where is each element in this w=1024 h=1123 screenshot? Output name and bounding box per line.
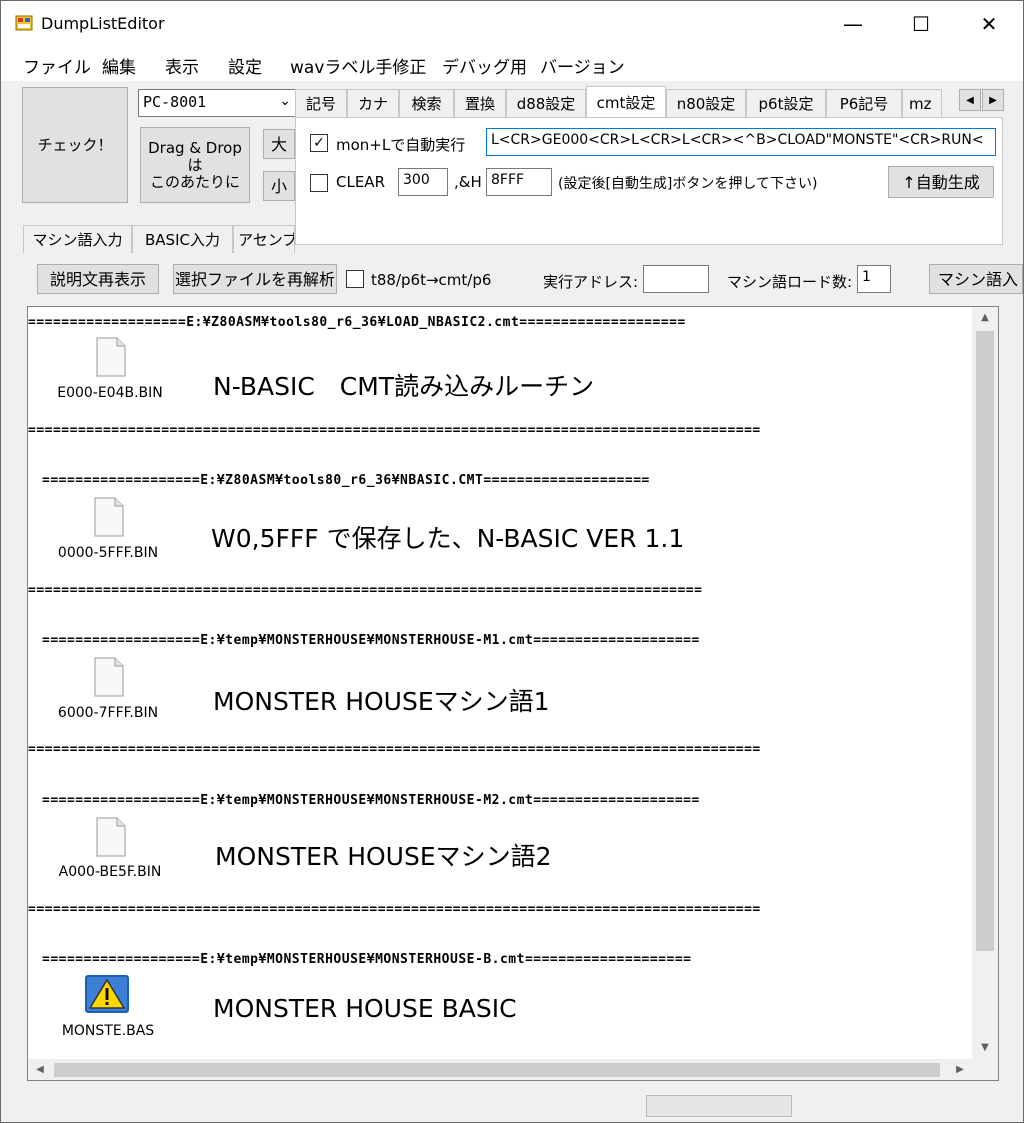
entry-footer: ========================================…: [28, 902, 761, 917]
autogen-note: (設定後[自動生成]ボタンを押して下さい): [558, 176, 818, 192]
file-icon: [96, 337, 126, 377]
file-label[interactable]: E000-E04B.BIN: [50, 385, 170, 401]
font-large-button[interactable]: 大: [263, 129, 295, 159]
load-count-input[interactable]: 1: [857, 265, 891, 293]
menu-file[interactable]: ファイル: [23, 53, 91, 78]
file-icon: [94, 497, 124, 537]
tab-p6-symbols[interactable]: P6記号: [826, 89, 902, 117]
file-icon: [96, 817, 126, 857]
file-label[interactable]: 0000-5FFF.BIN: [48, 545, 168, 561]
chevron-down-icon: ⌄: [279, 93, 291, 109]
tab-basic-input[interactable]: BASIC入力: [132, 225, 233, 253]
file-icon: [94, 657, 124, 697]
auto-run-command-input[interactable]: L<CR>GE000<CR>L<CR>L<CR><^B>CLOAD"MONSTE…: [486, 128, 996, 156]
scroll-right-button[interactable]: ▶: [948, 1059, 972, 1080]
status-bar: [1, 1089, 1023, 1122]
tab-d88[interactable]: d88設定: [506, 89, 586, 117]
entry-header: ===================E:¥temp¥MONSTERHOUSE¥…: [42, 793, 700, 808]
tab-cmt[interactable]: cmt設定: [586, 86, 666, 117]
scroll-up-button[interactable]: ▲: [972, 307, 998, 329]
app-window: DumpListEditor — ☐ ✕ ファイル 編集 表示 設定 wavラベ…: [0, 0, 1024, 1123]
tab-scroll-left-button[interactable]: ◀: [959, 89, 981, 111]
entry-header: ===================E:¥Z80ASM¥tools80_r6_…: [28, 315, 686, 330]
entry-title: MONSTER HOUSEマシン語2: [215, 842, 552, 871]
machine-select[interactable]: PC-8001 ⌄: [138, 89, 296, 117]
tab-symbols[interactable]: 記号: [295, 89, 347, 117]
dump-list-view[interactable]: ===================E:¥Z80ASM¥tools80_r6_…: [27, 306, 999, 1081]
window-title: DumpListEditor: [41, 14, 165, 33]
load-count-label: マシン語ロード数:: [727, 273, 853, 291]
drag-drop-line3: このあたりに: [149, 172, 240, 191]
maximize-button[interactable]: ☐: [887, 1, 955, 47]
tab-n80[interactable]: n80設定: [666, 89, 746, 117]
file-label[interactable]: 6000-7FFF.BIN: [48, 705, 168, 721]
horizontal-scrollbar[interactable]: ◀ ▶: [28, 1059, 998, 1080]
horizontal-scroll-thumb[interactable]: [54, 1063, 940, 1077]
cmt-settings-panel: ✓ mon+Lで自動実行 L<CR>GE000<CR>L<CR>L<CR><^B…: [295, 117, 1003, 245]
drag-drop-area[interactable]: Drag & Drop は このあたりに: [140, 127, 250, 203]
entry-header: ===================E:¥temp¥MONSTERHOUSE¥…: [42, 633, 700, 648]
menu-settings[interactable]: 設定: [228, 53, 262, 78]
hex-prefix-label: ,&H: [454, 173, 482, 191]
menu-debug[interactable]: デバッグ用: [442, 53, 527, 78]
close-button[interactable]: ✕: [955, 1, 1023, 47]
entry-footer: ========================================…: [28, 742, 761, 757]
drag-drop-line2: は: [187, 155, 203, 174]
tab-p6t[interactable]: p6t設定: [746, 89, 826, 117]
convert-label: t88/p6t→cmt/p6: [371, 271, 492, 289]
check-button[interactable]: チェック！: [22, 87, 128, 203]
tab-scroll-right-button[interactable]: ▶: [982, 89, 1004, 111]
status-progress-bar: [646, 1095, 792, 1117]
input-mode-tabs: マシン語入力 BASIC入力 アセンブ: [23, 225, 295, 253]
auto-run-label: mon+Lで自動実行: [336, 136, 466, 154]
font-small-button[interactable]: 小: [263, 171, 295, 201]
entry-title: N-BASIC CMT読み込みルーチン: [213, 372, 595, 401]
entry-title: W0,5FFF で保存した、N-BASIC VER 1.1: [211, 524, 685, 553]
clear-checkbox[interactable]: [310, 174, 328, 192]
entry-footer: ========================================…: [28, 583, 703, 598]
entry-footer: ========================================…: [28, 423, 761, 438]
warning-icon: [85, 975, 129, 1013]
menu-bar: ファイル 編集 表示 設定 wavラベル手修正 デバッグ用 バージョン: [1, 47, 1023, 81]
scroll-left-button[interactable]: ◀: [28, 1059, 52, 1080]
machine-input-button[interactable]: マシン語入: [929, 264, 1023, 294]
drag-drop-line1: Drag & Drop: [148, 138, 242, 157]
menu-view[interactable]: 表示: [165, 53, 199, 78]
auto-run-checkbox[interactable]: ✓: [310, 134, 328, 152]
entry-header: ===================E:¥Z80ASM¥tools80_r6_…: [42, 473, 650, 488]
tab-machine-input[interactable]: マシン語入力: [23, 225, 132, 253]
reparse-button[interactable]: 選択ファイルを再解析: [173, 264, 337, 294]
machine-select-value: PC-8001: [143, 93, 207, 111]
exec-address-label: 実行アドレス:: [543, 273, 639, 291]
app-icon: [15, 15, 33, 31]
menu-version[interactable]: バージョン: [540, 53, 625, 78]
tab-search[interactable]: 検索: [399, 89, 454, 117]
minimize-button[interactable]: —: [819, 1, 887, 47]
hex-value-input[interactable]: 8FFF: [486, 168, 552, 196]
menu-edit[interactable]: 編集: [102, 53, 136, 78]
convert-checkbox[interactable]: [346, 270, 364, 288]
vertical-scroll-thumb[interactable]: [976, 331, 994, 951]
clear-value-input[interactable]: 300: [398, 168, 448, 196]
autogen-button[interactable]: ↑自動生成: [888, 166, 994, 198]
file-label[interactable]: MONSTE.BAS: [48, 1023, 168, 1039]
clear-label: CLEAR: [336, 173, 385, 191]
vertical-scrollbar[interactable]: ▲ ▼: [972, 307, 998, 1059]
entry-title: MONSTER HOUSE BASIC: [213, 994, 517, 1023]
tab-kana[interactable]: カナ: [347, 89, 399, 117]
tab-replace[interactable]: 置換: [454, 89, 506, 117]
title-bar: DumpListEditor — ☐ ✕: [1, 1, 1023, 47]
entry-title: MONSTER HOUSEマシン語1: [213, 687, 550, 716]
settings-tabs: 記号 カナ 検索 置換 d88設定 cmt設定 n80設定 p6t設定 P6記号…: [295, 86, 1004, 117]
scroll-down-button[interactable]: ▼: [972, 1037, 998, 1059]
redisplay-button[interactable]: 説明文再表示: [37, 264, 159, 294]
exec-address-input[interactable]: [643, 265, 709, 293]
tab-mz[interactable]: mz: [902, 89, 942, 117]
menu-wav-label[interactable]: wavラベル手修正: [290, 53, 426, 78]
file-label[interactable]: A000-BE5F.BIN: [50, 864, 170, 880]
tab-assembler[interactable]: アセンブ: [233, 225, 295, 253]
entry-header: ===================E:¥temp¥MONSTERHOUSE¥…: [42, 952, 692, 967]
